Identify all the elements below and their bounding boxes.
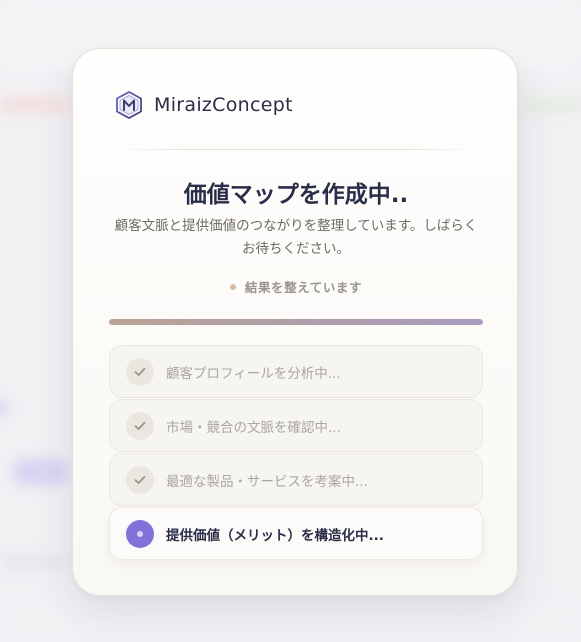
dot-icon — [126, 519, 154, 548]
step-label: 最適な製品・サービスを考案中... — [166, 473, 368, 490]
step-label: 市場・競合の文脈を確認中... — [166, 419, 341, 436]
status-text: 結果を整えています — [244, 280, 363, 295]
check-icon — [126, 411, 154, 440]
progress-bar-fill — [109, 319, 483, 325]
status-line: 結果を整えています — [73, 277, 519, 296]
step-item-product-ideation: 最適な製品・サービスを考案中... — [109, 453, 483, 506]
check-icon — [126, 357, 154, 386]
status-dot-icon — [229, 283, 236, 290]
brand: MiraizConcept — [116, 91, 293, 119]
step-label: 顧客プロフィールを分析中... — [166, 365, 341, 382]
step-label: 提供価値（メリット）を構造化中... — [166, 527, 384, 544]
step-item-customer-profile: 顧客プロフィールを分析中... — [109, 345, 483, 398]
dialog-title: 価値マップを作成中.. — [183, 182, 409, 208]
step-list: 顧客プロフィールを分析中... 市場・競合の文脈を確認中... 最適な製品・サー… — [109, 345, 483, 561]
brand-name: MiraizConcept — [154, 94, 293, 116]
progress-dialog: MiraizConcept 価値マップを作成中.. 顧客文脈と提供価値のつながり… — [72, 48, 518, 596]
hexagon-m-logo-icon — [116, 91, 142, 119]
dialog-description: 顧客文脈と提供価値のつながりを整理しています。しばらくお待ちください。 — [114, 218, 478, 257]
step-item-market-context: 市場・競合の文脈を確認中... — [109, 399, 483, 452]
step-item-value-structuring: 提供価値（メリット）を構造化中... — [109, 507, 483, 560]
header-divider — [117, 149, 475, 150]
progress-bar — [109, 319, 483, 325]
check-icon — [126, 465, 154, 494]
